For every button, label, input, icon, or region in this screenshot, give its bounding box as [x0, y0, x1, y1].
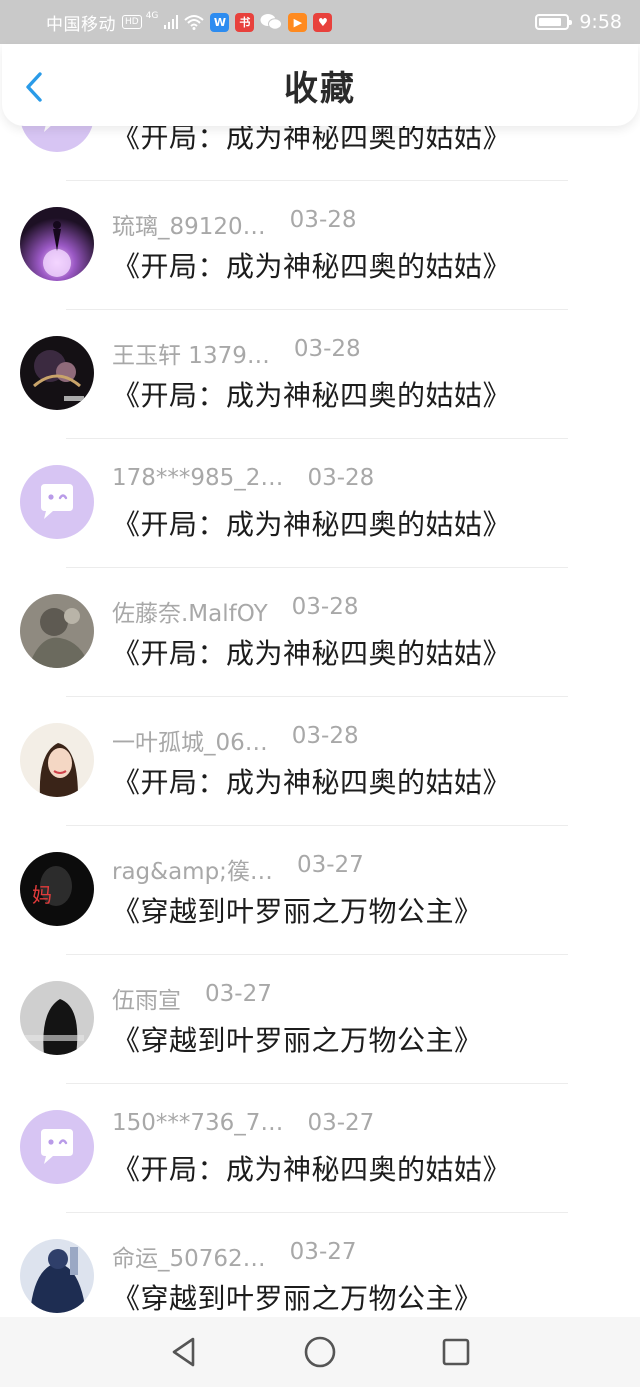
- list-item[interactable]: 178***985_2… 03-28 《开局：成为神秘四奥的姑姑》: [0, 439, 640, 568]
- signal-icon: [164, 15, 179, 29]
- circle-home-icon[interactable]: [300, 1332, 340, 1372]
- date: 03-27: [205, 981, 272, 1007]
- avatar[interactable]: 妈: [20, 852, 94, 926]
- username[interactable]: 一叶孤城_06…: [112, 723, 268, 757]
- wifi-app-icon: W: [210, 12, 230, 32]
- triangle-back-icon[interactable]: [164, 1332, 204, 1372]
- list-item[interactable]: 伍雨宣 03-27 《穿越到叶罗丽之万物公主》: [0, 955, 640, 1084]
- hd-badge: HD: [122, 15, 142, 29]
- item-meta: 琉璃_89120… 03-28: [112, 207, 357, 241]
- username[interactable]: 佐藤奈.MalfOY: [112, 594, 268, 628]
- item-meta: rag&amp;篌… 03-27: [112, 852, 364, 886]
- item-meta: 王玉轩 1379… 03-28: [112, 336, 361, 370]
- username[interactable]: 琉璃_89120…: [112, 207, 266, 241]
- page-title: 收藏: [284, 68, 356, 109]
- red-book-icon: 书: [235, 12, 255, 32]
- book-title[interactable]: 《开局：成为神秘四奥的姑姑》: [112, 374, 511, 414]
- username[interactable]: 王玉轩 1379…: [112, 336, 270, 370]
- avatar[interactable]: [20, 594, 94, 668]
- avatar[interactable]: [20, 336, 94, 410]
- list-item[interactable]: 150***736_7… 03-27 《开局：成为神秘四奥的姑姑》: [0, 1084, 640, 1213]
- date: 03-28: [289, 207, 357, 233]
- list-item[interactable]: 妈 rag&amp;篌… 03-27 《穿越到叶罗丽之万物公主》: [0, 826, 640, 955]
- date: 03-28: [293, 336, 361, 362]
- date: 03-28: [291, 594, 359, 620]
- book-title[interactable]: 《开局：成为神秘四奥的姑姑》: [112, 503, 511, 543]
- network-type: 4G: [145, 11, 159, 21]
- book-title[interactable]: 《开局：成为神秘四奥的姑姑》: [112, 245, 511, 285]
- username[interactable]: 命运_50762…: [112, 1239, 266, 1273]
- status-left: 中国移动 HD 4G W 书 ▶ ♥: [46, 10, 333, 35]
- date: 03-27: [296, 852, 364, 878]
- book-title[interactable]: 《穿越到叶罗丽之万物公主》: [112, 890, 483, 930]
- book-title[interactable]: 《开局：成为神秘四奥的姑姑》: [112, 632, 511, 672]
- clock: 9:58: [579, 11, 622, 33]
- avatar[interactable]: [20, 1239, 94, 1313]
- page-header: 收藏: [2, 44, 638, 126]
- item-meta: 佐藤奈.MalfOY 03-28: [112, 594, 358, 628]
- date: 03-28: [307, 465, 375, 491]
- item-meta: 一叶孤城_06… 03-28: [112, 723, 359, 757]
- wifi-icon: [184, 15, 205, 30]
- book-title[interactable]: 《开局：成为神秘四奥的姑姑》: [112, 761, 511, 801]
- square-recents-icon[interactable]: [436, 1332, 476, 1372]
- date: 03-27: [307, 1110, 375, 1136]
- item-meta: 178***985_2… 03-28: [112, 465, 374, 491]
- username[interactable]: rag&amp;篌…: [112, 852, 273, 886]
- avatar[interactable]: [20, 207, 94, 281]
- carrier-name: 中国移动: [46, 14, 116, 35]
- avatar[interactable]: [20, 465, 94, 539]
- status-right: 9:58: [535, 11, 622, 33]
- username[interactable]: 伍雨宣: [112, 981, 181, 1015]
- avatar[interactable]: [20, 981, 94, 1055]
- date: 03-27: [289, 1239, 357, 1265]
- svg-text:妈: 妈: [32, 883, 52, 907]
- avatar[interactable]: [20, 723, 94, 797]
- item-meta: 伍雨宣 03-27: [112, 981, 272, 1015]
- date: 03-28: [291, 723, 359, 749]
- wechat-icon: [260, 14, 283, 30]
- chevron-left-icon[interactable]: [20, 70, 50, 104]
- list-item[interactable]: 琉璃_89120… 03-28 《开局：成为神秘四奥的姑姑》: [0, 181, 640, 310]
- heart-app-icon: ♥: [313, 12, 333, 32]
- book-title[interactable]: 《开局：成为神秘四奥的姑姑》: [112, 1148, 511, 1188]
- battery-fill: [539, 18, 562, 26]
- book-title[interactable]: 《穿越到叶罗丽之万物公主》: [112, 1277, 483, 1317]
- item-meta: 150***736_7… 03-27: [112, 1110, 374, 1136]
- system-nav-bar: [0, 1317, 640, 1387]
- item-meta: 命运_50762… 03-27: [112, 1239, 357, 1273]
- username[interactable]: 150***736_7…: [112, 1110, 283, 1136]
- favorites-list: 《开局：成为神秘四奥的姑姑》 琉璃_89120… 03-28 《开局：成为神秘四奥的姑…: [0, 52, 640, 1342]
- list-item[interactable]: 佐藤奈.MalfOY 03-28 《开局：成为神秘四奥的姑姑》: [0, 568, 640, 697]
- avatar[interactable]: [20, 1110, 94, 1184]
- username[interactable]: 178***985_2…: [112, 465, 283, 491]
- battery-icon: [535, 14, 573, 30]
- list-item[interactable]: 一叶孤城_06… 03-28 《开局：成为神秘四奥的姑姑》: [0, 697, 640, 826]
- status-bar: 中国移动 HD 4G W 书 ▶ ♥ 9:58: [0, 0, 640, 44]
- orange-video-icon: ▶: [288, 12, 308, 32]
- book-title[interactable]: 《穿越到叶罗丽之万物公主》: [112, 1019, 483, 1059]
- list-item[interactable]: 王玉轩 1379… 03-28 《开局：成为神秘四奥的姑姑》: [0, 310, 640, 439]
